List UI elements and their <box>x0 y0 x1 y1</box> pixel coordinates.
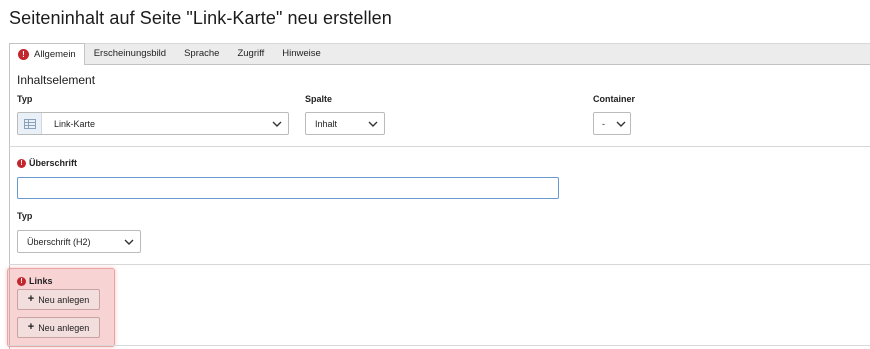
section-divider <box>9 146 870 147</box>
form-panel <box>9 64 870 349</box>
add-link-button[interactable]: + Neu anlegen <box>17 317 100 338</box>
tab-label: Erscheinungsbild <box>93 48 167 59</box>
heading-type-select[interactable]: Überschrift (H2) <box>17 230 141 253</box>
error-icon: ! <box>18 49 29 60</box>
tab-label: Hinweise <box>282 48 321 59</box>
section-divider <box>9 264 870 265</box>
chevron-down-icon <box>118 239 140 245</box>
column-label-text: Spalte <box>305 94 333 104</box>
content-type-icon <box>18 113 42 134</box>
add-link-button-label: Neu anlegen <box>38 294 90 305</box>
tab-sprache[interactable]: Sprache <box>175 43 228 64</box>
container-label-text: Container <box>593 94 636 104</box>
heading-type-value: Überschrift (H2) <box>27 236 91 247</box>
chevron-down-icon <box>362 121 384 127</box>
column-value: Inhalt <box>315 118 338 129</box>
heading-type-label: Typ <box>17 211 32 221</box>
container-select[interactable]: - <box>593 112 631 135</box>
links-label-text: Links <box>29 276 53 286</box>
error-icon: ! <box>17 158 26 168</box>
tab-hinweise[interactable]: Hinweise <box>273 43 330 64</box>
tabs: ! Allgemein Erscheinungsbild Sprache Zug… <box>9 43 330 65</box>
page-title: Seiteninhalt auf Seite "Link-Karte" neu … <box>9 8 392 28</box>
content-type-value: Link-Karte <box>54 118 96 129</box>
content-type-select[interactable]: Link-Karte <box>17 112 289 135</box>
tab-label: Zugriff <box>237 48 265 59</box>
column-select[interactable]: Inhalt <box>305 112 385 135</box>
plus-icon: + <box>27 293 35 305</box>
column-label: Spalte <box>305 94 332 104</box>
container-label: Container <box>593 94 635 104</box>
container-value: - <box>602 118 605 129</box>
type-label: Typ <box>17 94 32 104</box>
section-title-inhaltselement: Inhaltselement <box>17 73 96 87</box>
heading-label: ! Überschrift <box>17 158 77 168</box>
tab-label: Sprache <box>184 48 220 59</box>
plus-icon: + <box>27 321 35 333</box>
type-label-text: Typ <box>17 94 33 104</box>
error-icon: ! <box>17 276 26 286</box>
heading-type-label-text: Typ <box>17 211 33 221</box>
add-link-button[interactable]: + Neu anlegen <box>17 289 100 310</box>
tab-zugriff[interactable]: Zugriff <box>228 43 273 64</box>
heading-input[interactable] <box>17 177 559 199</box>
chevron-down-icon <box>266 121 288 127</box>
tab-allgemein[interactable]: ! Allgemein <box>9 43 85 65</box>
tab-label: Allgemein <box>34 48 76 60</box>
links-label: ! Links <box>17 276 53 286</box>
tab-erscheinungsbild[interactable]: Erscheinungsbild <box>85 43 175 64</box>
section-divider <box>9 345 870 346</box>
add-link-button-label: Neu anlegen <box>38 322 90 333</box>
heading-label-text: Überschrift <box>29 158 78 168</box>
chevron-down-icon <box>612 121 630 127</box>
